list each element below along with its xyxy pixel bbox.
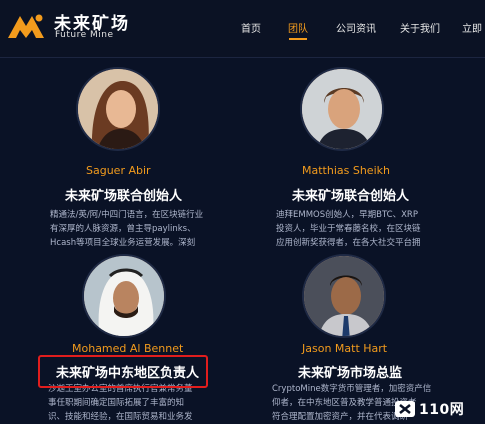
member-role: 未来矿场联合创始人 xyxy=(292,189,410,204)
member-bio: 精通法/英/阿/中四门语言，在区块链行业 有深厚的人脉资源，曾主导paylink… xyxy=(50,210,204,248)
member-role: 未来矿场市场总监 xyxy=(298,366,403,381)
member-bio: 沙迦王室办公室的首席执行官兼常务董 事任职期间确定国际拓展了丰富的知 识、技能和… xyxy=(48,384,193,422)
nav-active-indicator xyxy=(289,38,307,40)
member-bio: 迪拜EMMOS创始人，早期BTC、XRP 投资人，毕业于常春藤名校，在区块链 应… xyxy=(276,210,421,248)
top-header: 未来矿场 Future Mine 首页 团队 公司资讯 关于我们 立即 xyxy=(0,0,485,58)
nav-home[interactable]: 首页 xyxy=(241,20,261,35)
nav-about-us[interactable]: 关于我们 xyxy=(400,20,440,35)
member-name: Saguer Abir xyxy=(86,164,151,177)
watermark-logo-icon xyxy=(395,401,415,417)
highlight-annotation-box xyxy=(38,355,208,388)
avatar-saguer-abir xyxy=(76,67,160,151)
nav-team[interactable]: 团队 xyxy=(288,20,308,35)
future-mine-logo-icon[interactable] xyxy=(6,10,46,42)
brand-name-en: Future Mine xyxy=(55,30,114,40)
member-name: Jason Matt Hart xyxy=(302,342,388,355)
nav-cta[interactable]: 立即 xyxy=(462,20,482,35)
avatar-mohamed-al-bennet xyxy=(82,254,166,338)
nav-company-news[interactable]: 公司资讯 xyxy=(336,20,376,35)
watermark-text: 110网 xyxy=(419,402,465,418)
member-name: Mohamed Al Bennet xyxy=(72,342,184,355)
avatar-jason-matt-hart xyxy=(302,254,386,338)
member-role: 未来矿场联合创始人 xyxy=(65,189,183,204)
watermark: 110网 xyxy=(395,398,464,420)
avatar-matthias-sheikh xyxy=(300,67,384,151)
member-name: Matthias Sheikh xyxy=(302,164,390,177)
